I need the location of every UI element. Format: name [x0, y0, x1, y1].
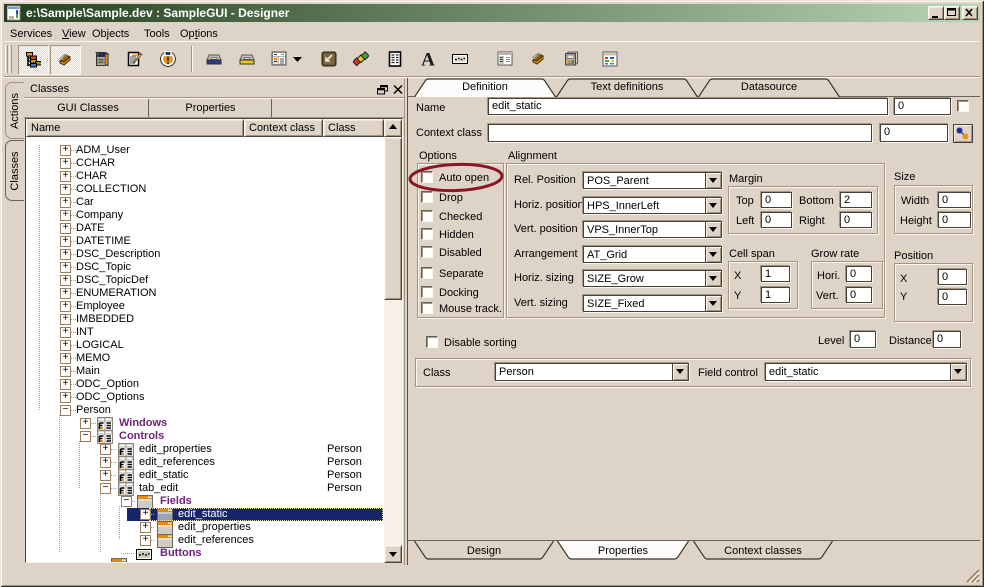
svg-text:A: A — [421, 51, 435, 67]
